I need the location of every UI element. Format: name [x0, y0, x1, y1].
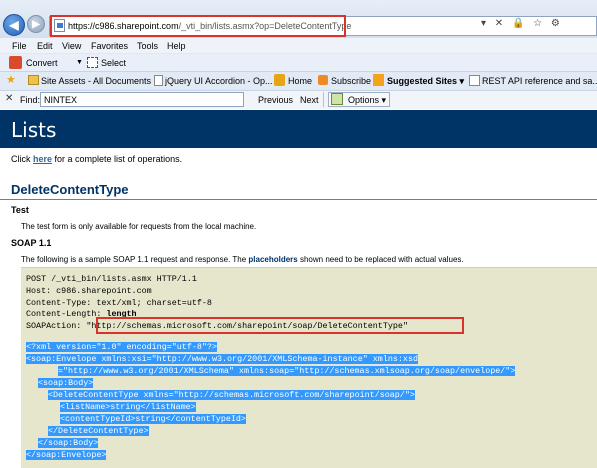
soap-description: The following is a sample SOAP 1.1 reque…: [21, 255, 464, 264]
favorite-site-assets[interactable]: Site Assets - All Documents: [41, 76, 151, 86]
forward-arrow-icon: ▶: [32, 18, 40, 30]
address-bar-tools[interactable]: ▾ ✕ 🔒 ☆ ⚙: [481, 18, 563, 29]
menu-help[interactable]: Help: [167, 41, 186, 51]
xml-line: <contentTypeId>string</contentTypeId>: [60, 414, 246, 424]
test-text: The test form is only available for requ…: [21, 222, 257, 231]
find-separator: [323, 92, 324, 107]
find-previous-button[interactable]: Previous: [258, 95, 293, 105]
soap-heading: SOAP 1.1: [11, 238, 52, 248]
xml-line: ="http://www.w3.org/2001/XMLSchema" xmln…: [58, 366, 516, 376]
xml-line: <soap:Body>: [38, 378, 94, 388]
close-icon[interactable]: ✕: [5, 93, 13, 104]
intro-text: Click here for a complete list of operat…: [11, 154, 182, 164]
code-host-line: Host: c986.sharepoint.com: [26, 286, 152, 296]
menu-file[interactable]: File: [12, 41, 27, 51]
page-banner: [0, 110, 597, 148]
xml-line: </soap:Body>: [38, 438, 99, 448]
page-title: Lists: [11, 118, 57, 142]
select-icon: [87, 57, 98, 68]
select-button[interactable]: Select: [101, 58, 126, 68]
xml-line: <?xml version="1.0" encoding="utf-8"?>: [26, 342, 217, 352]
pdf-convert-icon: [9, 56, 22, 69]
favorite-rest-api[interactable]: REST API reference and sa...: [482, 76, 597, 86]
page-favicon-icon: [469, 75, 480, 86]
home-icon: [274, 74, 285, 86]
placeholders-term: placeholders: [248, 255, 298, 264]
menu-tools[interactable]: Tools: [137, 41, 158, 51]
operation-heading: DeleteContentType: [11, 182, 129, 197]
test-heading: Test: [11, 205, 29, 215]
back-button[interactable]: ◀: [3, 14, 25, 36]
content-length-key: Content-Length:: [26, 309, 107, 319]
menu-edit[interactable]: Edit: [37, 41, 53, 51]
heading-divider: [0, 199, 597, 200]
code-request-line: POST /_vti_bin/lists.asmx HTTP/1.1: [26, 274, 197, 284]
folder-icon: [28, 75, 39, 85]
convert-dropdown-icon[interactable]: ▼: [76, 59, 83, 66]
favorite-jquery-accordion[interactable]: jQuery UI Accordion - Op...: [165, 76, 273, 86]
intro-prefix: Click: [11, 154, 33, 164]
favorites-star-icon[interactable]: ★: [6, 73, 16, 86]
favorite-subscribe[interactable]: Subscribe: [331, 76, 371, 86]
find-label: Find:: [20, 95, 41, 105]
bing-icon: [373, 74, 384, 86]
xml-line: </soap:Envelope>: [26, 450, 107, 460]
xml-line: <DeleteContentType xmlns="http://schemas…: [48, 390, 415, 400]
intro-suffix: for a complete list of operations.: [52, 154, 183, 164]
operations-link[interactable]: here: [33, 154, 52, 164]
xml-line: <listName>string</listName>: [60, 402, 196, 412]
back-arrow-icon: ◀: [9, 18, 19, 32]
xml-line: <soap:Envelope xmlns:xsi="http://www.w3.…: [26, 354, 419, 364]
soap-text-prefix: The following is a sample SOAP 1.1 reque…: [21, 255, 249, 264]
find-options-label: Options ▾: [348, 95, 387, 105]
favorite-suggested-sites[interactable]: Suggested Sites ▾: [387, 76, 464, 87]
soapaction-callout-box: [96, 317, 464, 334]
pen-icon: [331, 93, 343, 105]
xml-line: </DeleteContentType>: [48, 426, 149, 436]
url-callout-box: [50, 15, 346, 37]
soapaction-key: SOAPAction:: [26, 321, 87, 331]
favorite-home[interactable]: Home: [288, 76, 312, 86]
menu-favorites[interactable]: Favorites: [91, 41, 128, 51]
menu-view[interactable]: View: [62, 41, 81, 51]
find-input[interactable]: [40, 92, 244, 107]
code-content-type-line: Content-Type: text/xml; charset=utf-8: [26, 298, 212, 308]
menu-bar: [0, 38, 597, 53]
page-favicon-icon: [154, 75, 163, 86]
rss-icon: [318, 75, 328, 85]
find-next-button[interactable]: Next: [300, 95, 319, 105]
convert-button[interactable]: Convert: [26, 58, 58, 68]
soap-text-suffix: shown need to be replaced with actual va…: [297, 255, 464, 264]
forward-button[interactable]: ▶: [27, 15, 45, 33]
